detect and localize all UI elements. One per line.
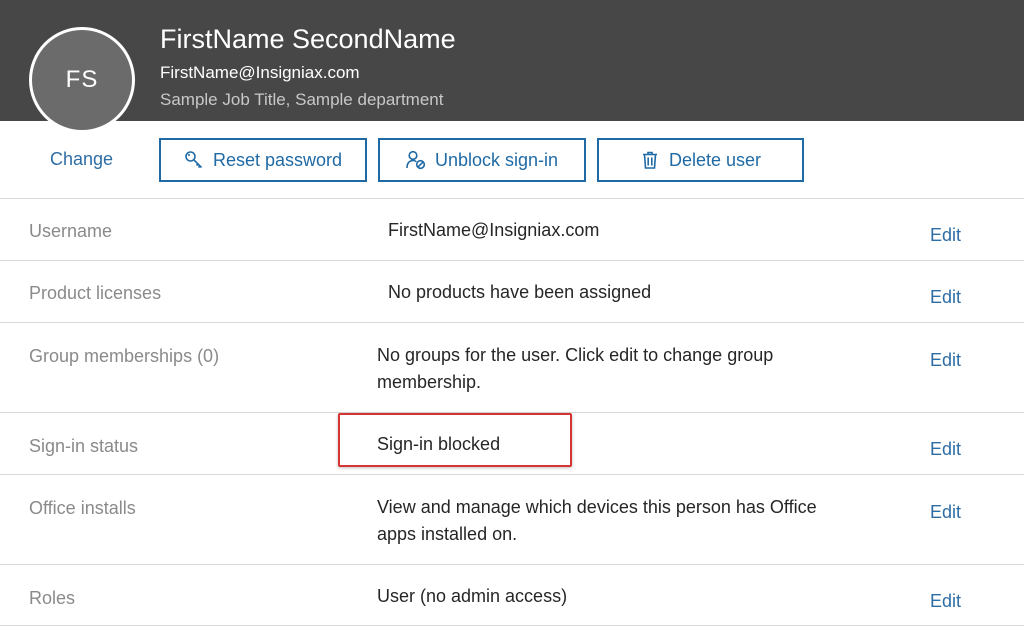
- user-job-title: Sample Job Title, Sample department: [160, 90, 444, 109]
- edit-office-installs-link[interactable]: Edit: [930, 500, 961, 524]
- row-label: Username: [29, 221, 113, 241]
- edit-product-licenses-link[interactable]: Edit: [930, 285, 961, 309]
- row-value: View and manage which devices this perso…: [377, 497, 817, 544]
- edit-signin-status-link[interactable]: Edit: [930, 437, 961, 461]
- unblock-signin-label: Unblock sign-in: [434, 149, 559, 170]
- detail-row-roles: Roles User (no admin access) Edit: [0, 564, 1024, 626]
- delete-user-label: Delete user: [668, 149, 762, 170]
- avatar: FS: [29, 27, 135, 133]
- detail-row-group-memberships: Group memberships (0) No groups for the …: [0, 322, 1024, 412]
- key-icon: [185, 151, 203, 169]
- edit-group-memberships-link[interactable]: Edit: [930, 348, 961, 372]
- row-label: Product licenses: [29, 283, 162, 303]
- unblock-signin-button[interactable]: Unblock sign-in: [378, 138, 586, 182]
- signin-status-highlight: [338, 413, 572, 467]
- row-value: No groups for the user. Click edit to ch…: [377, 345, 774, 392]
- person-unblock-icon: [406, 150, 426, 170]
- row-value: No products have been assigned: [388, 282, 652, 302]
- reset-password-label: Reset password: [212, 149, 343, 170]
- row-label: Sign-in status: [29, 436, 139, 456]
- delete-user-button[interactable]: Delete user: [597, 138, 804, 182]
- avatar-initials: FS: [65, 66, 99, 93]
- edit-roles-link[interactable]: Edit: [930, 589, 961, 613]
- detail-row-office-installs: Office installs View and manage which de…: [0, 474, 1024, 564]
- detail-row-username: Username FirstName@Insigniax.com Edit: [0, 198, 1024, 260]
- reset-password-button[interactable]: Reset password: [159, 138, 367, 182]
- row-label: Roles: [29, 588, 76, 608]
- row-label: Office installs: [29, 498, 136, 518]
- user-email: FirstName@Insigniax.com: [160, 63, 360, 82]
- edit-username-link[interactable]: Edit: [930, 223, 961, 247]
- row-label: Group memberships (0): [29, 346, 220, 366]
- row-value: User (no admin access): [377, 586, 568, 606]
- detail-row-product-licenses: Product licenses No products have been a…: [0, 260, 1024, 322]
- trash-icon: [642, 151, 657, 169]
- user-display-name: FirstName SecondName: [160, 24, 456, 54]
- change-photo-link[interactable]: Change: [50, 147, 113, 171]
- row-value: FirstName@Insigniax.com: [388, 220, 600, 240]
- profile-header: FirstName SecondName FirstName@Insigniax…: [0, 0, 1024, 121]
